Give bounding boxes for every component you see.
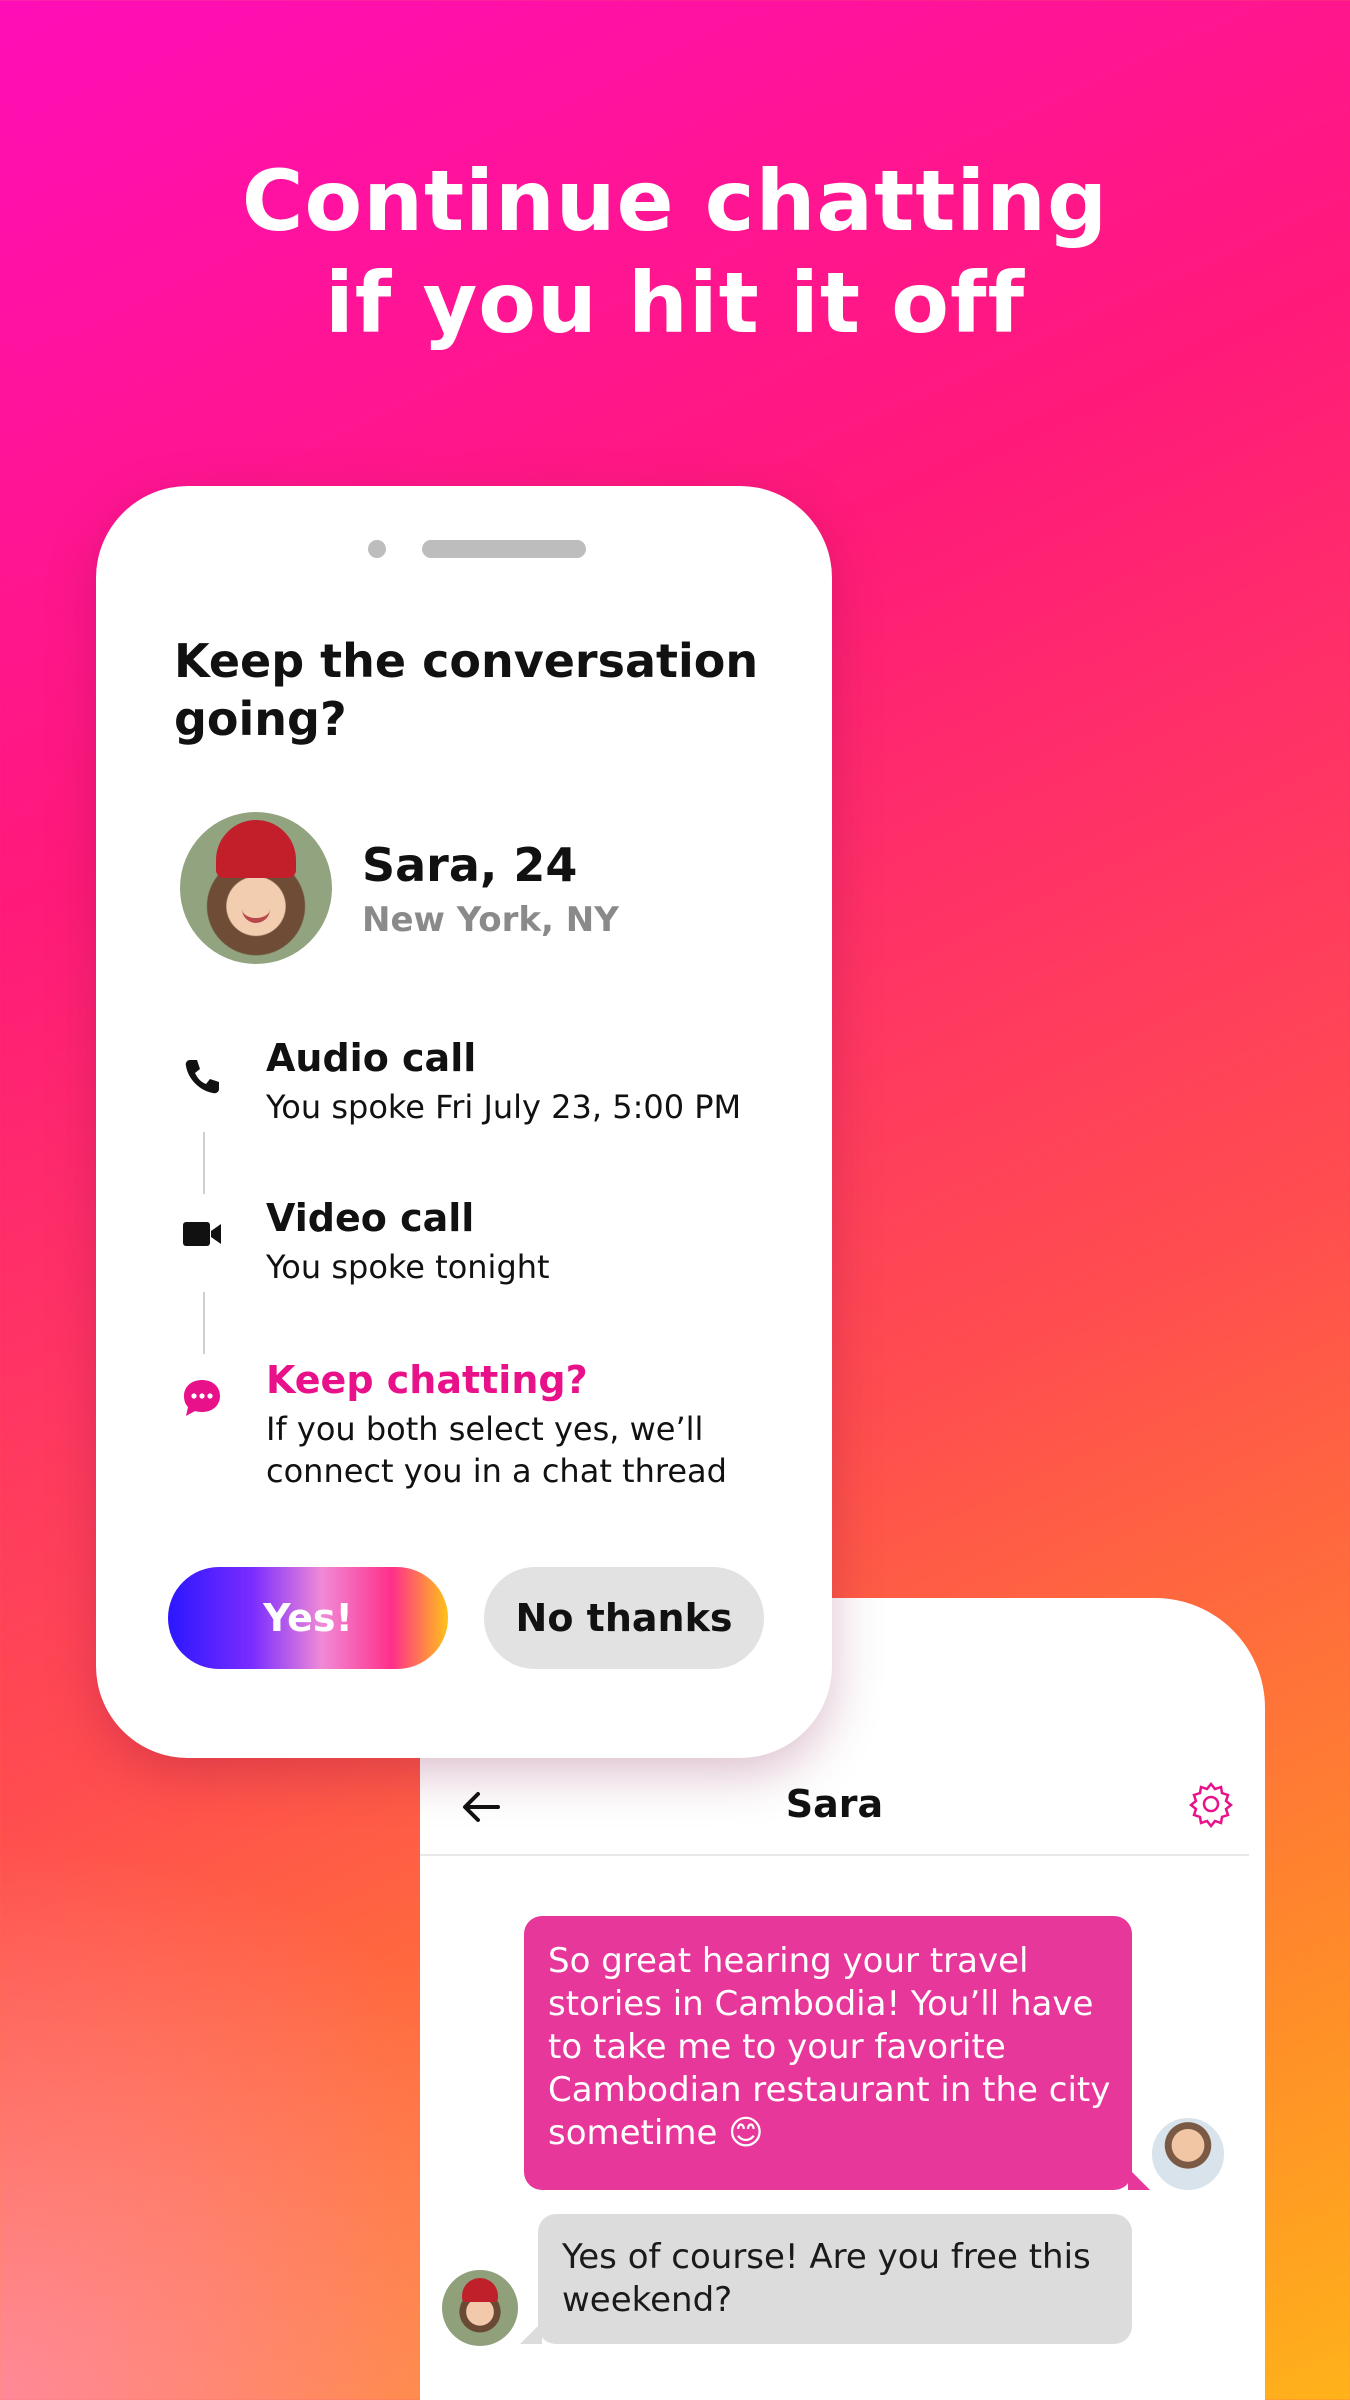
avatar [1150, 2116, 1226, 2192]
yes-button[interactable]: Yes! [168, 1567, 448, 1669]
avatar [442, 2270, 518, 2346]
step-title: Keep chatting? [266, 1358, 588, 1402]
timeline-divider [203, 1132, 205, 1194]
phone-notch-dot [368, 540, 386, 558]
chat-header: Sara [420, 1764, 1249, 1856]
message-outgoing[interactable]: So great hearing your travel stories in … [524, 1916, 1150, 2190]
gear-icon[interactable] [1185, 1778, 1237, 1830]
modal-title: Keep the conversation going? [174, 634, 759, 746]
phone-notch-bar [422, 540, 586, 558]
step-title: Audio call [266, 1036, 477, 1080]
headline: Continue chatting if you hit it off [241, 152, 1109, 352]
profile-location: New York, NY [362, 900, 619, 940]
phone-icon [185, 1060, 219, 1094]
message-incoming[interactable]: Yes of course! Are you free this weekend… [520, 2214, 1132, 2344]
timeline-divider [203, 1292, 205, 1354]
message-text: So great hearing your travel stories in … [548, 1941, 1111, 2153]
step-desc: You spoke tonight [266, 1248, 550, 1286]
chat-bubble-icon [184, 1380, 220, 1416]
step-title: Video call [266, 1196, 475, 1240]
step-desc: You spoke Fri July 23, 5:00 PM [266, 1088, 742, 1126]
profile-avatar [180, 812, 332, 964]
profile-name: Sara, 24 [362, 838, 578, 892]
keep-chatting-modal: Keep the conversation going? Sara, 24 Ne… [96, 486, 832, 1758]
video-camera-icon [183, 1222, 221, 1246]
step-desc: If you both select yes, we’ll connect yo… [266, 1410, 727, 1490]
chat-title: Sara [785, 1782, 884, 1826]
message-text: Yes of course! Are you free this weekend… [562, 2237, 1091, 2320]
no-thanks-button[interactable]: No thanks [484, 1567, 764, 1669]
